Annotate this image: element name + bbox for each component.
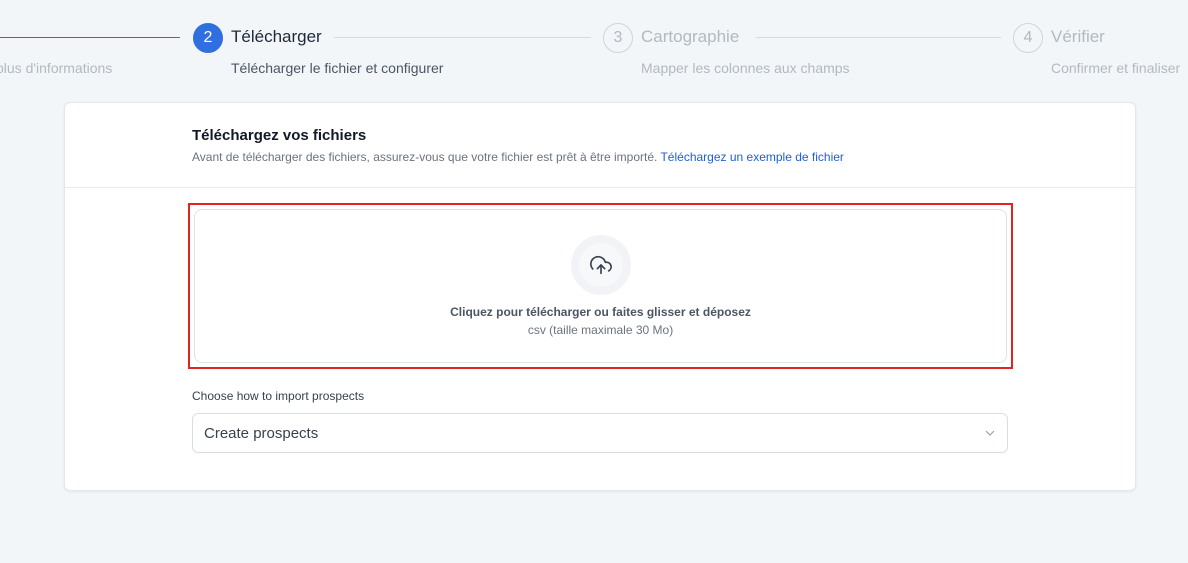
card-header: Téléchargez vos fichiers Avant de téléch…	[65, 103, 1135, 188]
upload-icon-badge[interactable]	[571, 235, 631, 295]
import-mode-value: Create prospects	[204, 425, 319, 442]
step-4-subtitle: Confirmer et finaliser	[1051, 60, 1181, 76]
step-4-number[interactable]: 4	[1013, 23, 1043, 53]
upload-icon-inner	[579, 243, 623, 287]
description-text: Avant de télécharger des fichiers, assur…	[192, 150, 658, 164]
step-4-title: Vérifier	[1051, 27, 1105, 46]
file-dropzone[interactable]: Cliquez pour télécharger ou faites gliss…	[194, 209, 1007, 363]
sample-file-link[interactable]: Téléchargez un exemple de fichier	[660, 150, 843, 164]
upload-card: Téléchargez vos fichiers Avant de téléch…	[64, 102, 1136, 491]
dropzone-sub-text: csv (taille maximale 30 Mo)	[527, 323, 674, 337]
step-3-title: Cartographie	[641, 27, 740, 46]
card-title: Téléchargez vos fichiers	[192, 127, 367, 144]
step-connector	[334, 37, 591, 38]
step-3-subtitle: Mapper les colonnes aux champs	[641, 60, 850, 76]
card-description: Avant de télécharger des fichiers, assur…	[192, 150, 844, 164]
stepper: plus d'informations 2 Télécharger Téléch…	[0, 0, 1188, 90]
step-2-number[interactable]: 2	[193, 23, 223, 53]
chevron-down-icon	[985, 430, 995, 436]
step-2-subtitle: Télécharger le fichier et configurer	[231, 60, 444, 76]
step-connector	[756, 37, 1001, 38]
dropzone-main-text: Cliquez pour télécharger ou faites gliss…	[450, 305, 751, 319]
import-mode-select[interactable]: Create prospects	[192, 413, 1008, 453]
import-mode-label: Choose how to import prospects	[192, 389, 365, 403]
step-connector	[0, 37, 180, 38]
step-1-subtitle: plus d'informations	[0, 60, 113, 76]
step-2-title: Télécharger	[231, 27, 322, 46]
step-3-number[interactable]: 3	[603, 23, 633, 53]
dropzone-highlight: Cliquez pour télécharger ou faites gliss…	[188, 203, 1013, 369]
cloud-upload-icon	[590, 255, 612, 275]
